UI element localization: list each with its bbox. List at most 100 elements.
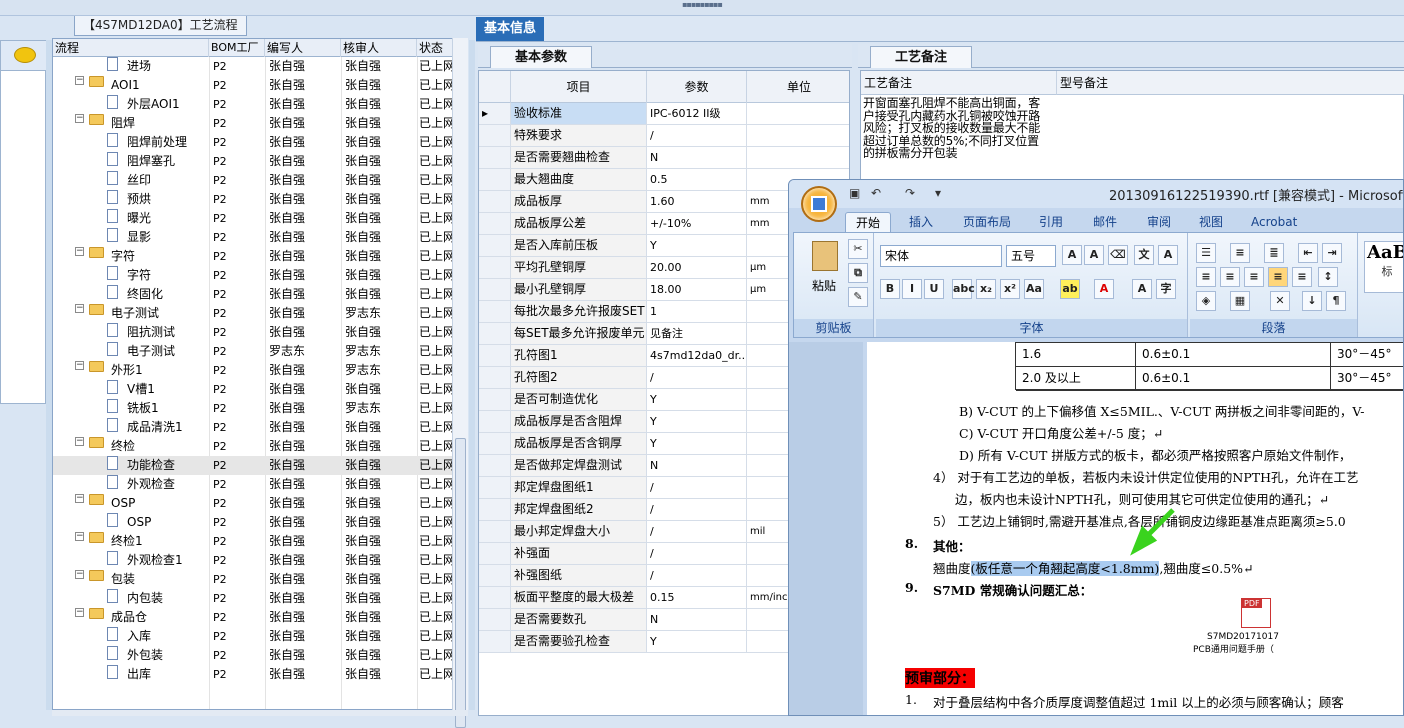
underline-icon[interactable]: U — [924, 279, 944, 299]
ribbon-tab-review[interactable]: 审阅 — [1147, 212, 1171, 233]
param-value[interactable]: / — [647, 521, 747, 542]
align-right-icon[interactable]: ≡ — [1244, 267, 1264, 287]
collapse-icon[interactable]: − — [75, 532, 84, 541]
collapse-icon[interactable]: − — [75, 361, 84, 370]
save-icon[interactable]: ▣ — [849, 186, 860, 200]
subscript-icon[interactable]: x₂ — [976, 279, 996, 299]
param-value[interactable]: / — [647, 499, 747, 520]
font-size-combo[interactable]: 五号 — [1006, 245, 1056, 267]
splitter-grip[interactable]: ▪▪▪▪▪▪▪▪▪ — [672, 1, 732, 9]
col-status[interactable]: 状态 — [417, 39, 457, 57]
param-value[interactable]: N — [647, 609, 747, 630]
tree-row[interactable]: 外观检查1 P2 张自强 张自强 已上网 — [53, 551, 453, 570]
param-row[interactable]: 是否需要翘曲检查 N — [479, 147, 849, 169]
tree-row[interactable]: − 成品仓 P2 张自强 张自强 已上网 — [53, 608, 453, 627]
paste-label[interactable]: 粘贴 — [812, 277, 836, 294]
tree-row[interactable]: 终固化 P2 张自强 张自强 已上网 — [53, 285, 453, 304]
italic-icon[interactable]: I — [902, 279, 922, 299]
style-normal[interactable]: AaB 标 — [1364, 241, 1403, 293]
bold-icon[interactable]: B — [880, 279, 900, 299]
middle-splitter[interactable] — [469, 40, 475, 710]
decrease-indent-icon[interactable]: ⇤ — [1298, 243, 1318, 263]
param-value[interactable]: Y — [647, 389, 747, 410]
tree-row[interactable]: − 终检1 P2 张自强 张自强 已上网 — [53, 532, 453, 551]
align-left-icon[interactable]: ≡ — [1196, 267, 1216, 287]
sort-icon[interactable]: ↓ — [1302, 291, 1322, 311]
enclose-char-icon[interactable]: 字 — [1156, 279, 1176, 299]
bullets-icon[interactable]: ☰ — [1196, 243, 1216, 263]
shading-icon[interactable]: ◈ — [1196, 291, 1216, 311]
ribbon-tab-layout[interactable]: 页面布局 — [963, 212, 1011, 233]
param-value[interactable]: N — [647, 147, 747, 168]
param-value[interactable]: +/-10% — [647, 213, 747, 234]
ribbon-tab-insert[interactable]: 插入 — [909, 212, 933, 233]
param-value[interactable]: IPC-6012 II级 — [647, 103, 747, 124]
collapse-icon[interactable]: − — [75, 114, 84, 123]
clear-format-icon[interactable]: ⌫ — [1108, 245, 1128, 265]
format-painter-icon[interactable]: ✎ — [848, 287, 868, 307]
distributed-icon[interactable]: ≡ — [1292, 267, 1312, 287]
col-reviewer[interactable]: 核审人 — [341, 39, 417, 57]
pdf-attachment-icon[interactable]: PDF — [1241, 598, 1271, 628]
cut-icon[interactable]: ✂ — [848, 239, 868, 259]
tree-row[interactable]: 预烘 P2 张自强 张自强 已上网 — [53, 190, 453, 209]
qat-dropdown-icon[interactable]: ▾ — [935, 186, 941, 200]
param-value[interactable]: Y — [647, 235, 747, 256]
grow-font-icon[interactable]: A — [1062, 245, 1082, 265]
ribbon-tab-acrobat[interactable]: Acrobat — [1251, 212, 1297, 233]
tree-row[interactable]: 电子测试 P2 罗志东 罗志东 已上网 — [53, 342, 453, 361]
col-process[interactable]: 流程 — [53, 39, 209, 57]
char-border-icon[interactable]: A — [1158, 245, 1178, 265]
chat-icon[interactable] — [1, 41, 47, 71]
font-name-combo[interactable]: 宋体 — [880, 245, 1002, 267]
param-value[interactable]: 1.60 — [647, 191, 747, 212]
param-value[interactable]: / — [647, 543, 747, 564]
selected-text[interactable]: (板任意一个角翘起高度<1.8mm) — [970, 561, 1160, 576]
collapse-icon[interactable]: − — [75, 608, 84, 617]
tab-process-notes[interactable]: 工艺备注 — [870, 46, 973, 68]
line-spacing-icon[interactable]: ↕ — [1318, 267, 1338, 287]
char-shading-icon[interactable]: A — [1132, 279, 1152, 299]
tree-row[interactable]: 外包装 P2 张自强 张自强 已上网 — [53, 646, 453, 665]
tree-row[interactable]: 阻焊前处理 P2 张自强 张自强 已上网 — [53, 133, 453, 152]
tree-row[interactable]: − 终检 P2 张自强 张自强 已上网 — [53, 437, 453, 456]
col-param[interactable]: 参数 — [647, 71, 747, 103]
param-row[interactable]: 特殊要求 / — [479, 125, 849, 147]
ribbon-tab-home[interactable]: 开始 — [845, 212, 892, 233]
scroll-thumb[interactable] — [455, 438, 466, 728]
param-value[interactable]: 0.15 — [647, 587, 747, 608]
numbering-icon[interactable]: ≡ — [1230, 243, 1250, 263]
param-value[interactable]: / — [647, 367, 747, 388]
font-color-icon[interactable]: A — [1094, 279, 1114, 299]
param-value[interactable]: 18.00 — [647, 279, 747, 300]
superscript-icon[interactable]: x² — [1000, 279, 1020, 299]
phonetic-icon[interactable]: 文 — [1134, 245, 1154, 265]
tree-row[interactable]: 功能检查 P2 张自强 张自强 已上网 — [53, 456, 453, 475]
ribbon-tab-mailings[interactable]: 邮件 — [1093, 212, 1117, 233]
param-value[interactable]: Y — [647, 631, 747, 652]
collapse-icon[interactable]: − — [75, 76, 84, 85]
tree-row[interactable]: 丝印 P2 张自强 张自强 已上网 — [53, 171, 453, 190]
increase-indent-icon[interactable]: ⇥ — [1322, 243, 1342, 263]
shrink-font-icon[interactable]: A — [1084, 245, 1104, 265]
tree-row[interactable]: 进场 P2 张自强 张自强 已上网 — [53, 57, 453, 76]
tree-row[interactable]: − OSP P2 张自强 张自强 已上网 — [53, 494, 453, 513]
tree-row[interactable]: 显影 P2 张自强 张自强 已上网 — [53, 228, 453, 247]
align-center-icon[interactable]: ≡ — [1220, 267, 1240, 287]
tree-row[interactable]: V槽1 P2 张自强 张自强 已上网 — [53, 380, 453, 399]
justify-icon[interactable]: ≡ — [1268, 267, 1288, 287]
tree-row[interactable]: − AOI1 P2 张自强 张自强 已上网 — [53, 76, 453, 95]
param-value[interactable]: Y — [647, 411, 747, 432]
copy-icon[interactable]: ⧉ — [848, 263, 868, 283]
multilevel-icon[interactable]: ≣ — [1264, 243, 1284, 263]
param-value[interactable]: / — [647, 477, 747, 498]
tree-row[interactable]: 成品清洗1 P2 张自强 张自强 已上网 — [53, 418, 453, 437]
param-value[interactable]: 4s7md12da0_dr... — [647, 345, 747, 366]
tree-row[interactable]: 铣板1 P2 张自强 罗志东 已上网 — [53, 399, 453, 418]
undo-icon[interactable]: ↶ — [871, 186, 881, 200]
paste-icon[interactable] — [812, 241, 838, 271]
chinese-layout-icon[interactable]: ✕ — [1270, 291, 1290, 311]
tab-basic-info[interactable]: 基本信息 — [476, 17, 545, 41]
highlight-icon[interactable]: ab — [1060, 279, 1080, 299]
tree-row[interactable]: OSP P2 张自强 张自强 已上网 — [53, 513, 453, 532]
